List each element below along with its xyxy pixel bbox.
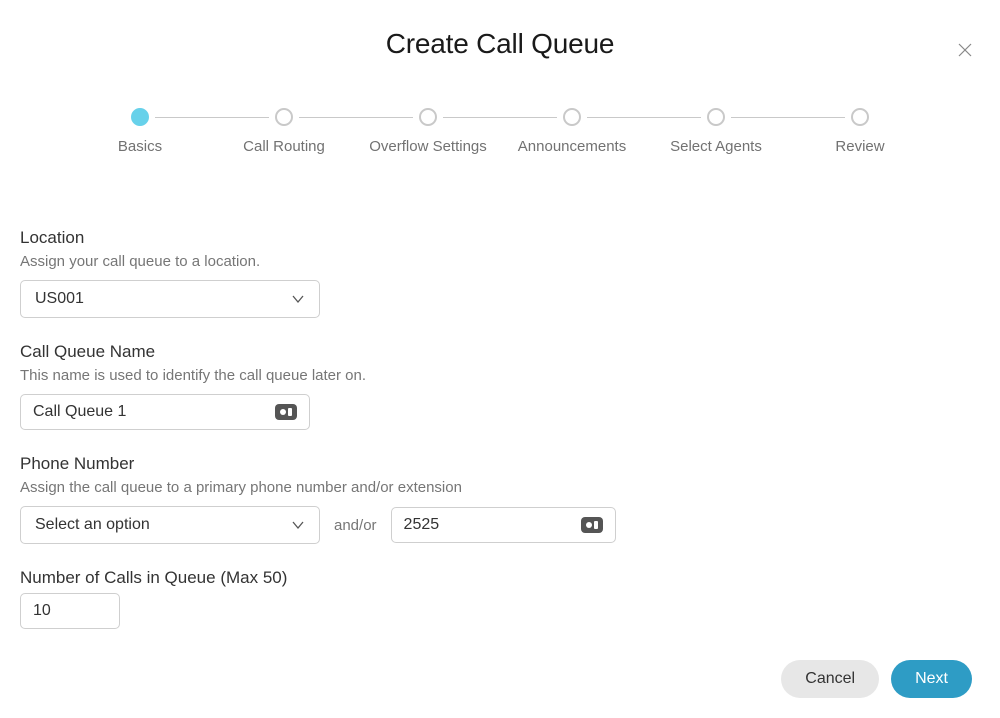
step-connector	[731, 117, 845, 118]
queue-count-group: Number of Calls in Queue (Max 50)	[20, 568, 980, 629]
extension-input-wrapper	[391, 507, 616, 543]
stepper: Basics Call Routing Overflow Settings An…	[68, 108, 932, 155]
step-connector	[587, 117, 701, 118]
step-circle-icon	[275, 108, 293, 126]
step-review[interactable]: Review	[788, 108, 932, 155]
step-label: Announcements	[518, 138, 626, 155]
input-badge-icon	[275, 404, 297, 420]
step-announcements[interactable]: Announcements	[500, 108, 644, 155]
modal-title: Create Call Queue	[0, 28, 1000, 60]
step-label: Overflow Settings	[369, 138, 487, 155]
step-circle-icon	[419, 108, 437, 126]
extension-input[interactable]	[404, 516, 573, 534]
step-select-agents[interactable]: Select Agents	[644, 108, 788, 155]
andor-text: and/or	[334, 517, 377, 534]
step-label: Review	[835, 138, 884, 155]
modal-footer: Cancel Next	[0, 640, 1000, 718]
phone-help: Assign the call queue to a primary phone…	[20, 479, 980, 496]
step-connector	[155, 117, 269, 118]
queue-count-input-wrapper	[20, 593, 120, 629]
step-label: Select Agents	[670, 138, 762, 155]
name-input[interactable]	[33, 403, 267, 421]
close-button[interactable]	[958, 43, 978, 63]
step-connector	[299, 117, 413, 118]
cancel-button[interactable]: Cancel	[781, 660, 879, 698]
location-select-value: US001	[35, 290, 84, 308]
name-help: This name is used to identify the call q…	[20, 367, 980, 384]
step-call-routing[interactable]: Call Routing	[212, 108, 356, 155]
location-group: Location Assign your call queue to a loc…	[20, 228, 980, 318]
next-button[interactable]: Next	[891, 660, 972, 698]
name-label: Call Queue Name	[20, 342, 980, 362]
phone-select-placeholder: Select an option	[35, 516, 150, 534]
step-label: Call Routing	[243, 138, 325, 155]
step-circle-icon	[563, 108, 581, 126]
chevron-down-icon	[291, 518, 305, 532]
close-icon	[958, 43, 972, 57]
phone-group: Phone Number Assign the call queue to a …	[20, 454, 980, 544]
phone-row: Select an option and/or	[20, 506, 980, 544]
location-label: Location	[20, 228, 980, 248]
location-help: Assign your call queue to a location.	[20, 253, 980, 270]
step-connector	[443, 117, 557, 118]
step-basics[interactable]: Basics	[68, 108, 212, 155]
input-badge-icon	[581, 517, 603, 533]
step-overflow-settings[interactable]: Overflow Settings	[356, 108, 500, 155]
queue-count-input[interactable]	[33, 602, 107, 620]
queue-count-label: Number of Calls in Queue (Max 50)	[20, 568, 980, 588]
phone-number-select[interactable]: Select an option	[20, 506, 320, 544]
step-label: Basics	[118, 138, 162, 155]
chevron-down-icon	[291, 292, 305, 306]
name-group: Call Queue Name This name is used to ide…	[20, 342, 980, 430]
step-circle-icon	[851, 108, 869, 126]
phone-label: Phone Number	[20, 454, 980, 474]
name-input-wrapper	[20, 394, 310, 430]
location-select[interactable]: US001	[20, 280, 320, 318]
form-scroll-area[interactable]: Location Assign your call queue to a loc…	[0, 228, 1000, 638]
step-circle-icon	[707, 108, 725, 126]
step-circle-icon	[131, 108, 149, 126]
